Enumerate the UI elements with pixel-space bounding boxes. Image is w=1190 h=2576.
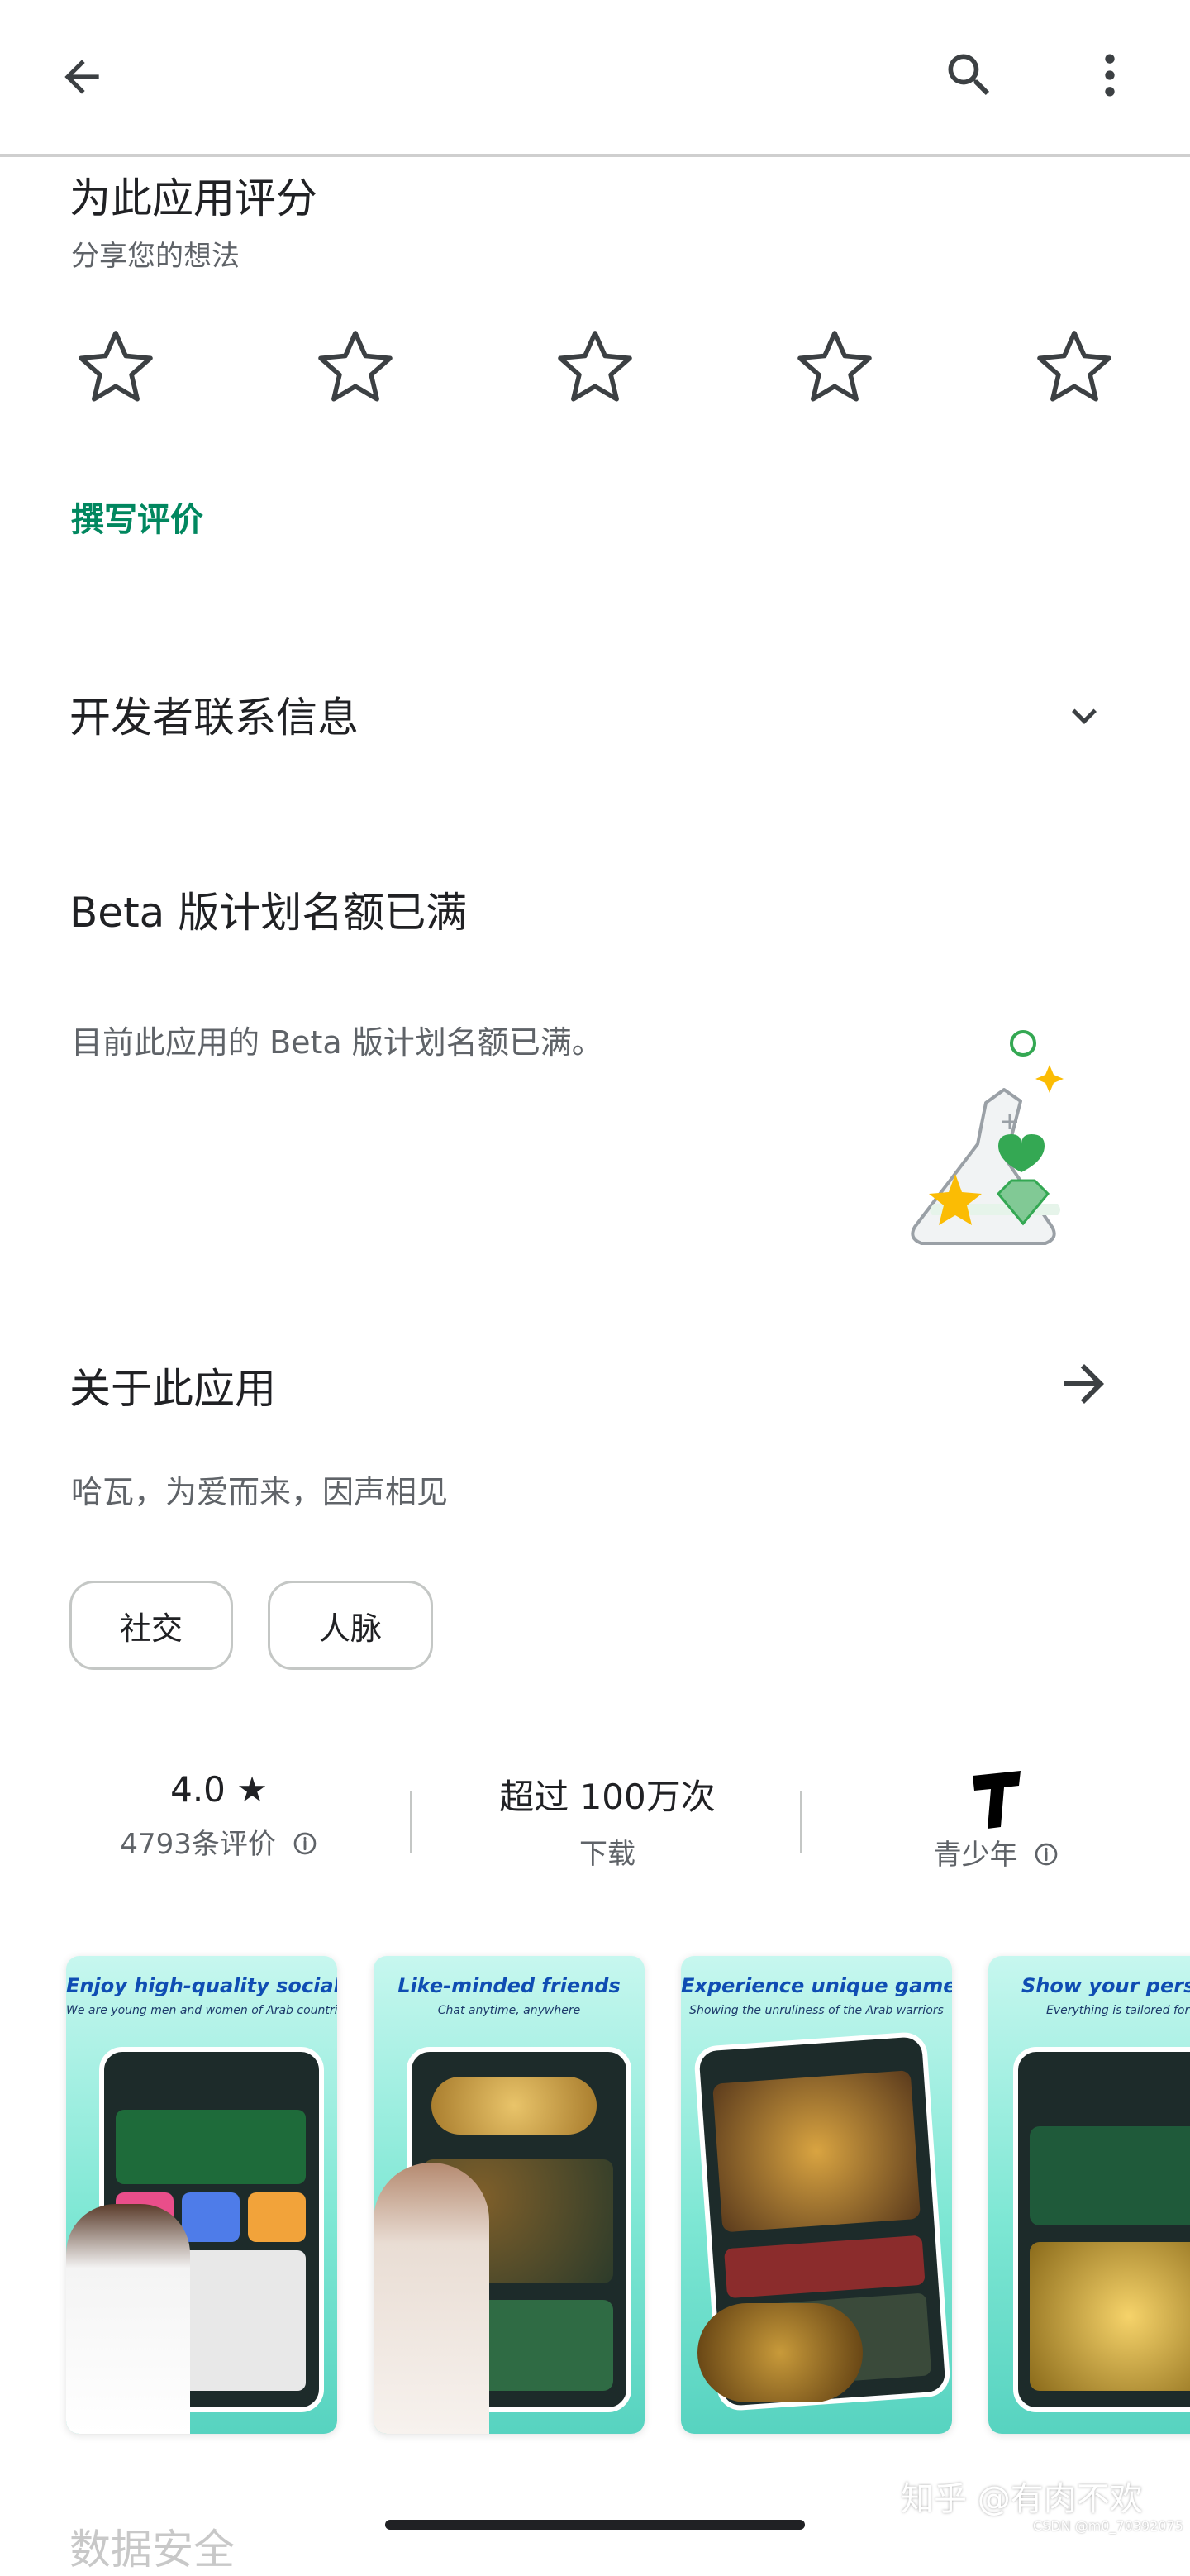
stat-age-rating[interactable]: 青少年: [823, 1769, 1170, 1875]
phone-mockup: [1013, 2047, 1190, 2412]
beta-flask-illustration: [901, 1022, 1083, 1265]
stats-divider: [410, 1791, 412, 1853]
beta-description: 目前此应用的 Beta 版计划名额已满。: [71, 1024, 603, 1061]
star-4-icon[interactable]: [788, 321, 881, 417]
rating-count: 4793条评价: [120, 1828, 276, 1861]
star-3-icon[interactable]: [549, 321, 641, 417]
developer-contact-row[interactable]: 开发者联系信息: [0, 661, 1190, 769]
about-app-description: 哈瓦，为爱而来，因声相见: [71, 1474, 449, 1510]
star-1-icon[interactable]: [69, 321, 162, 417]
age-rating-label: 青少年: [933, 1839, 1018, 1872]
teen-rating-icon: [823, 1769, 1170, 1830]
beta-title: Beta 版计划名额已满: [69, 889, 468, 937]
screenshot-title: Enjoy high-quality social: [66, 1974, 337, 1997]
screenshot-3[interactable]: Experience unique gameplay Showing the u…: [681, 1956, 952, 2434]
rating-value: 4.0 ★: [170, 1769, 268, 1810]
write-review-link[interactable]: 撰写评价: [71, 493, 203, 541]
watermark-small: CSDN @m0_70392075: [1033, 2518, 1183, 2534]
rate-app-subtitle: 分享您的想法: [71, 240, 240, 273]
screenshot-title: Like-minded friends: [397, 1974, 621, 1997]
screenshot-4[interactable]: Show your person Everything is tailored …: [988, 1956, 1190, 2434]
screenshot-carousel[interactable]: Enjoy high-quality social We are young m…: [0, 1934, 1190, 2455]
screenshot-subtitle: Everything is tailored for y: [1046, 2004, 1190, 2017]
gesture-nav-handle[interactable]: [385, 2520, 805, 2530]
person-figure: [66, 2204, 190, 2434]
age-rating-row: 青少年: [823, 1832, 1170, 1875]
screenshot-title: Experience unique gameplay: [681, 1974, 952, 1997]
person-figure: [374, 2163, 489, 2434]
chevron-down-icon[interactable]: [1059, 691, 1109, 744]
screenshot-subtitle: We are young men and women of Arab count…: [66, 2004, 337, 2017]
screenshot-1[interactable]: Enjoy high-quality social We are young m…: [66, 1956, 337, 2434]
info-icon[interactable]: [1033, 1841, 1059, 1875]
stats-divider: [800, 1791, 802, 1853]
stat-downloads: 超过 100万次 下载: [430, 1769, 785, 1872]
tag-chip-network[interactable]: 人脉: [268, 1581, 433, 1670]
developer-contact-title: 开发者联系信息: [69, 694, 359, 742]
downloads-label: 下载: [579, 1838, 635, 1871]
back-arrow-icon[interactable]: [45, 40, 119, 114]
star-2-icon[interactable]: [309, 321, 402, 417]
search-icon[interactable]: [932, 38, 1007, 112]
star-5-icon[interactable]: [1028, 321, 1121, 417]
data-safety-title-partial: 数据安全: [69, 2526, 235, 2574]
top-app-bar: [0, 0, 1190, 157]
stat-rating[interactable]: 4.0 ★ 4793条评价: [50, 1769, 388, 1864]
screenshot-subtitle: Chat anytime, anywhere: [437, 2004, 581, 2017]
star-rating-row: [69, 321, 1127, 413]
watermark-main: 知乎 @有肉不欢: [901, 2480, 1143, 2518]
more-vert-icon[interactable]: [1073, 38, 1147, 112]
rate-app-title: 为此应用评分: [69, 174, 317, 222]
info-icon[interactable]: [292, 1830, 318, 1864]
rating-count-row: 4793条评价: [50, 1821, 388, 1864]
about-app-title: 关于此应用: [69, 1365, 276, 1413]
tag-chip-social[interactable]: 社交: [69, 1581, 233, 1670]
about-app-row[interactable]: 关于此应用: [0, 1339, 1190, 1430]
cannon-graphic: [697, 2303, 863, 2402]
screenshot-title: Show your person: [1021, 1974, 1190, 1997]
downloads-value: 超过 100万次: [499, 1777, 716, 1817]
arrow-forward-icon[interactable]: [1054, 1354, 1114, 1417]
screenshot-subtitle: Showing the unruliness of the Arab warri…: [689, 2004, 944, 2017]
screenshot-2[interactable]: Like-minded friends Chat anytime, anywhe…: [374, 1956, 645, 2434]
